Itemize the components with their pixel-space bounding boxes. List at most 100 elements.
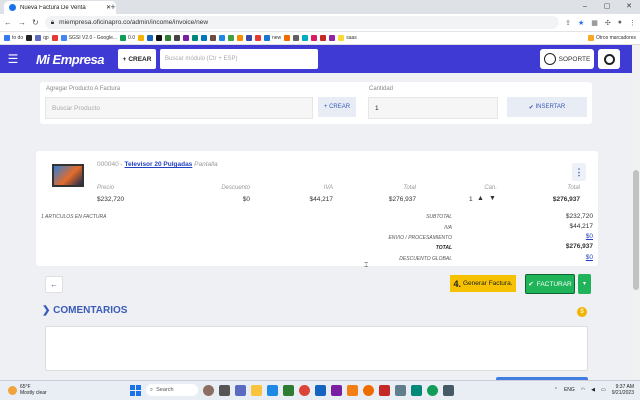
taskbar-search[interactable]: ⌕ Search xyxy=(146,384,198,396)
bookmark-item[interactable] xyxy=(228,35,234,41)
back-button[interactable]: ← xyxy=(45,276,63,293)
hamburger-menu-icon[interactable]: ☰ xyxy=(0,52,26,66)
coin-icon[interactable]: $ xyxy=(577,307,587,317)
app-icon[interactable] xyxy=(331,384,342,396)
chat-icon[interactable] xyxy=(235,384,246,396)
bookmark-item[interactable] xyxy=(219,35,225,41)
bookmark-item[interactable] xyxy=(156,35,162,41)
qty-increase-icon[interactable]: ▲ xyxy=(477,195,484,202)
create-product-button[interactable]: + CREAR xyxy=(318,97,356,117)
file-explorer-icon[interactable] xyxy=(251,384,262,396)
menu-icon[interactable]: ⋮ xyxy=(629,19,636,27)
bookmark-item[interactable]: saas xyxy=(338,35,357,41)
battery-icon[interactable]: ▭ xyxy=(601,387,606,393)
start-icon[interactable] xyxy=(130,384,141,396)
insert-button[interactable]: ✔ INSERTAR xyxy=(507,97,587,117)
grand-total-label: TOTAL xyxy=(435,245,452,251)
invoice-submit-button[interactable]: ✔ FACTURAR xyxy=(525,274,575,294)
item-name-link[interactable]: Televisor 20 Pulgadas xyxy=(125,161,193,168)
browser-tab[interactable]: Nueva Factura De Venta ✕ xyxy=(4,1,116,14)
volume-icon[interactable]: ◀ xyxy=(591,387,595,393)
chrome-icon[interactable] xyxy=(299,384,310,396)
word-icon[interactable] xyxy=(315,384,326,396)
app-icon[interactable] xyxy=(347,384,358,396)
chrome-icon[interactable] xyxy=(427,384,438,396)
invoice-options-dropdown[interactable]: ▾ xyxy=(578,274,591,294)
close-window-icon[interactable]: ✕ xyxy=(618,0,640,14)
create-button[interactable]: + CREAR xyxy=(118,49,156,69)
bookmark-item[interactable] xyxy=(165,35,171,41)
forward-icon[interactable]: → xyxy=(18,18,26,27)
bookmark-item[interactable] xyxy=(293,35,300,41)
product-search-input[interactable]: Buscar Producto xyxy=(45,97,313,119)
url-bar[interactable]: 🔒︎ miempresa.oficinapro.co/admin/income/… xyxy=(44,16,560,29)
bookmark-item[interactable] xyxy=(51,35,58,41)
star-icon[interactable]: ★ xyxy=(578,19,584,27)
comments-section-title[interactable]: ❯ COMENTARIOS xyxy=(42,305,127,316)
global-discount-value-link[interactable]: $0 xyxy=(530,254,593,261)
bookmark-item[interactable] xyxy=(147,35,153,41)
bookmark-item[interactable] xyxy=(320,35,327,41)
extension-icon[interactable]: ▦ xyxy=(591,19,598,27)
user-icon xyxy=(603,53,615,65)
bookmark-item[interactable] xyxy=(302,35,309,41)
shipping-value-link[interactable]: $0 xyxy=(530,233,593,240)
bookmark-item[interactable] xyxy=(255,35,261,41)
app-icon[interactable] xyxy=(283,384,294,396)
bookmark-item[interactable]: to do xyxy=(4,35,23,41)
puzzle-icon[interactable]: ✣ xyxy=(605,19,611,27)
quantity-input[interactable]: 1 xyxy=(368,97,498,119)
bookmark-item[interactable] xyxy=(329,35,336,41)
bookmark-item[interactable]: 0.0 xyxy=(120,35,135,41)
bookmark-item[interactable] xyxy=(192,35,198,41)
bookmark-item[interactable] xyxy=(284,35,291,41)
minimize-icon[interactable]: – xyxy=(574,0,596,14)
store-icon[interactable] xyxy=(267,384,278,396)
widgets-icon[interactable] xyxy=(203,384,214,396)
wifi-icon[interactable]: ◠ xyxy=(581,387,585,393)
bookmark-item[interactable] xyxy=(183,35,189,41)
language-indicator[interactable]: ENG xyxy=(564,387,575,393)
other-bookmarks[interactable]: Otros marcadores xyxy=(587,35,636,41)
bookmark-item[interactable]: qp xyxy=(35,35,49,41)
price-value: $232,720 xyxy=(97,196,125,203)
bookmark-item[interactable] xyxy=(237,35,243,41)
profile-icon[interactable]: ● xyxy=(618,19,622,27)
task-view-icon[interactable] xyxy=(219,384,230,396)
weather-widget[interactable]: 65°F Mostly clear xyxy=(8,384,47,396)
bookmark-item[interactable] xyxy=(311,35,318,41)
reload-icon[interactable]: ↻ xyxy=(32,18,39,27)
tray-chevron-icon[interactable]: ⌃ xyxy=(554,387,558,393)
qty-decrease-icon[interactable]: ▼ xyxy=(489,195,496,202)
app-icon[interactable] xyxy=(411,384,422,396)
invoice-items-card xyxy=(36,151,598,266)
module-search-input[interactable]: Buscar módulo (Ctr + ESP) xyxy=(160,49,318,69)
firefox-icon[interactable] xyxy=(363,384,374,396)
app-logo[interactable]: Mi Empresa xyxy=(36,52,116,67)
whatsapp-icon xyxy=(543,53,556,65)
share-icon[interactable]: ⇪ xyxy=(565,19,571,27)
bookmark-item[interactable] xyxy=(246,35,252,41)
new-tab-button[interactable]: + xyxy=(106,1,120,13)
bookmark-item[interactable] xyxy=(210,35,216,41)
app-icon[interactable] xyxy=(379,384,390,396)
support-button[interactable]: SOPORTE xyxy=(540,49,594,69)
scrollbar-thumb[interactable] xyxy=(633,170,639,290)
bookmark-item[interactable] xyxy=(174,35,180,41)
items-count: 1 ARTICULOS EN FACTURA xyxy=(41,214,107,220)
bookmark-item[interactable] xyxy=(26,35,33,41)
comments-textarea[interactable] xyxy=(45,326,588,371)
bookmark-item[interactable]: SGSI V2.0 - Google... xyxy=(60,35,117,41)
tax-header: IVA xyxy=(323,185,333,191)
url-text: miempresa.oficinapro.co/admin/income/inv… xyxy=(59,19,209,26)
item-options-button[interactable]: ⋮ xyxy=(572,163,586,181)
clock[interactable]: 9:37 AM 9/21/2023 xyxy=(612,384,634,396)
user-avatar-button[interactable] xyxy=(598,49,620,69)
bookmark-item[interactable]: new xyxy=(264,35,281,41)
settings-icon[interactable] xyxy=(395,384,406,396)
back-icon[interactable]: ← xyxy=(4,18,12,27)
bookmark-item[interactable] xyxy=(201,35,207,41)
maximize-icon[interactable]: ▢ xyxy=(596,0,618,14)
app-icon[interactable] xyxy=(443,384,454,396)
bookmark-item[interactable] xyxy=(138,35,144,41)
